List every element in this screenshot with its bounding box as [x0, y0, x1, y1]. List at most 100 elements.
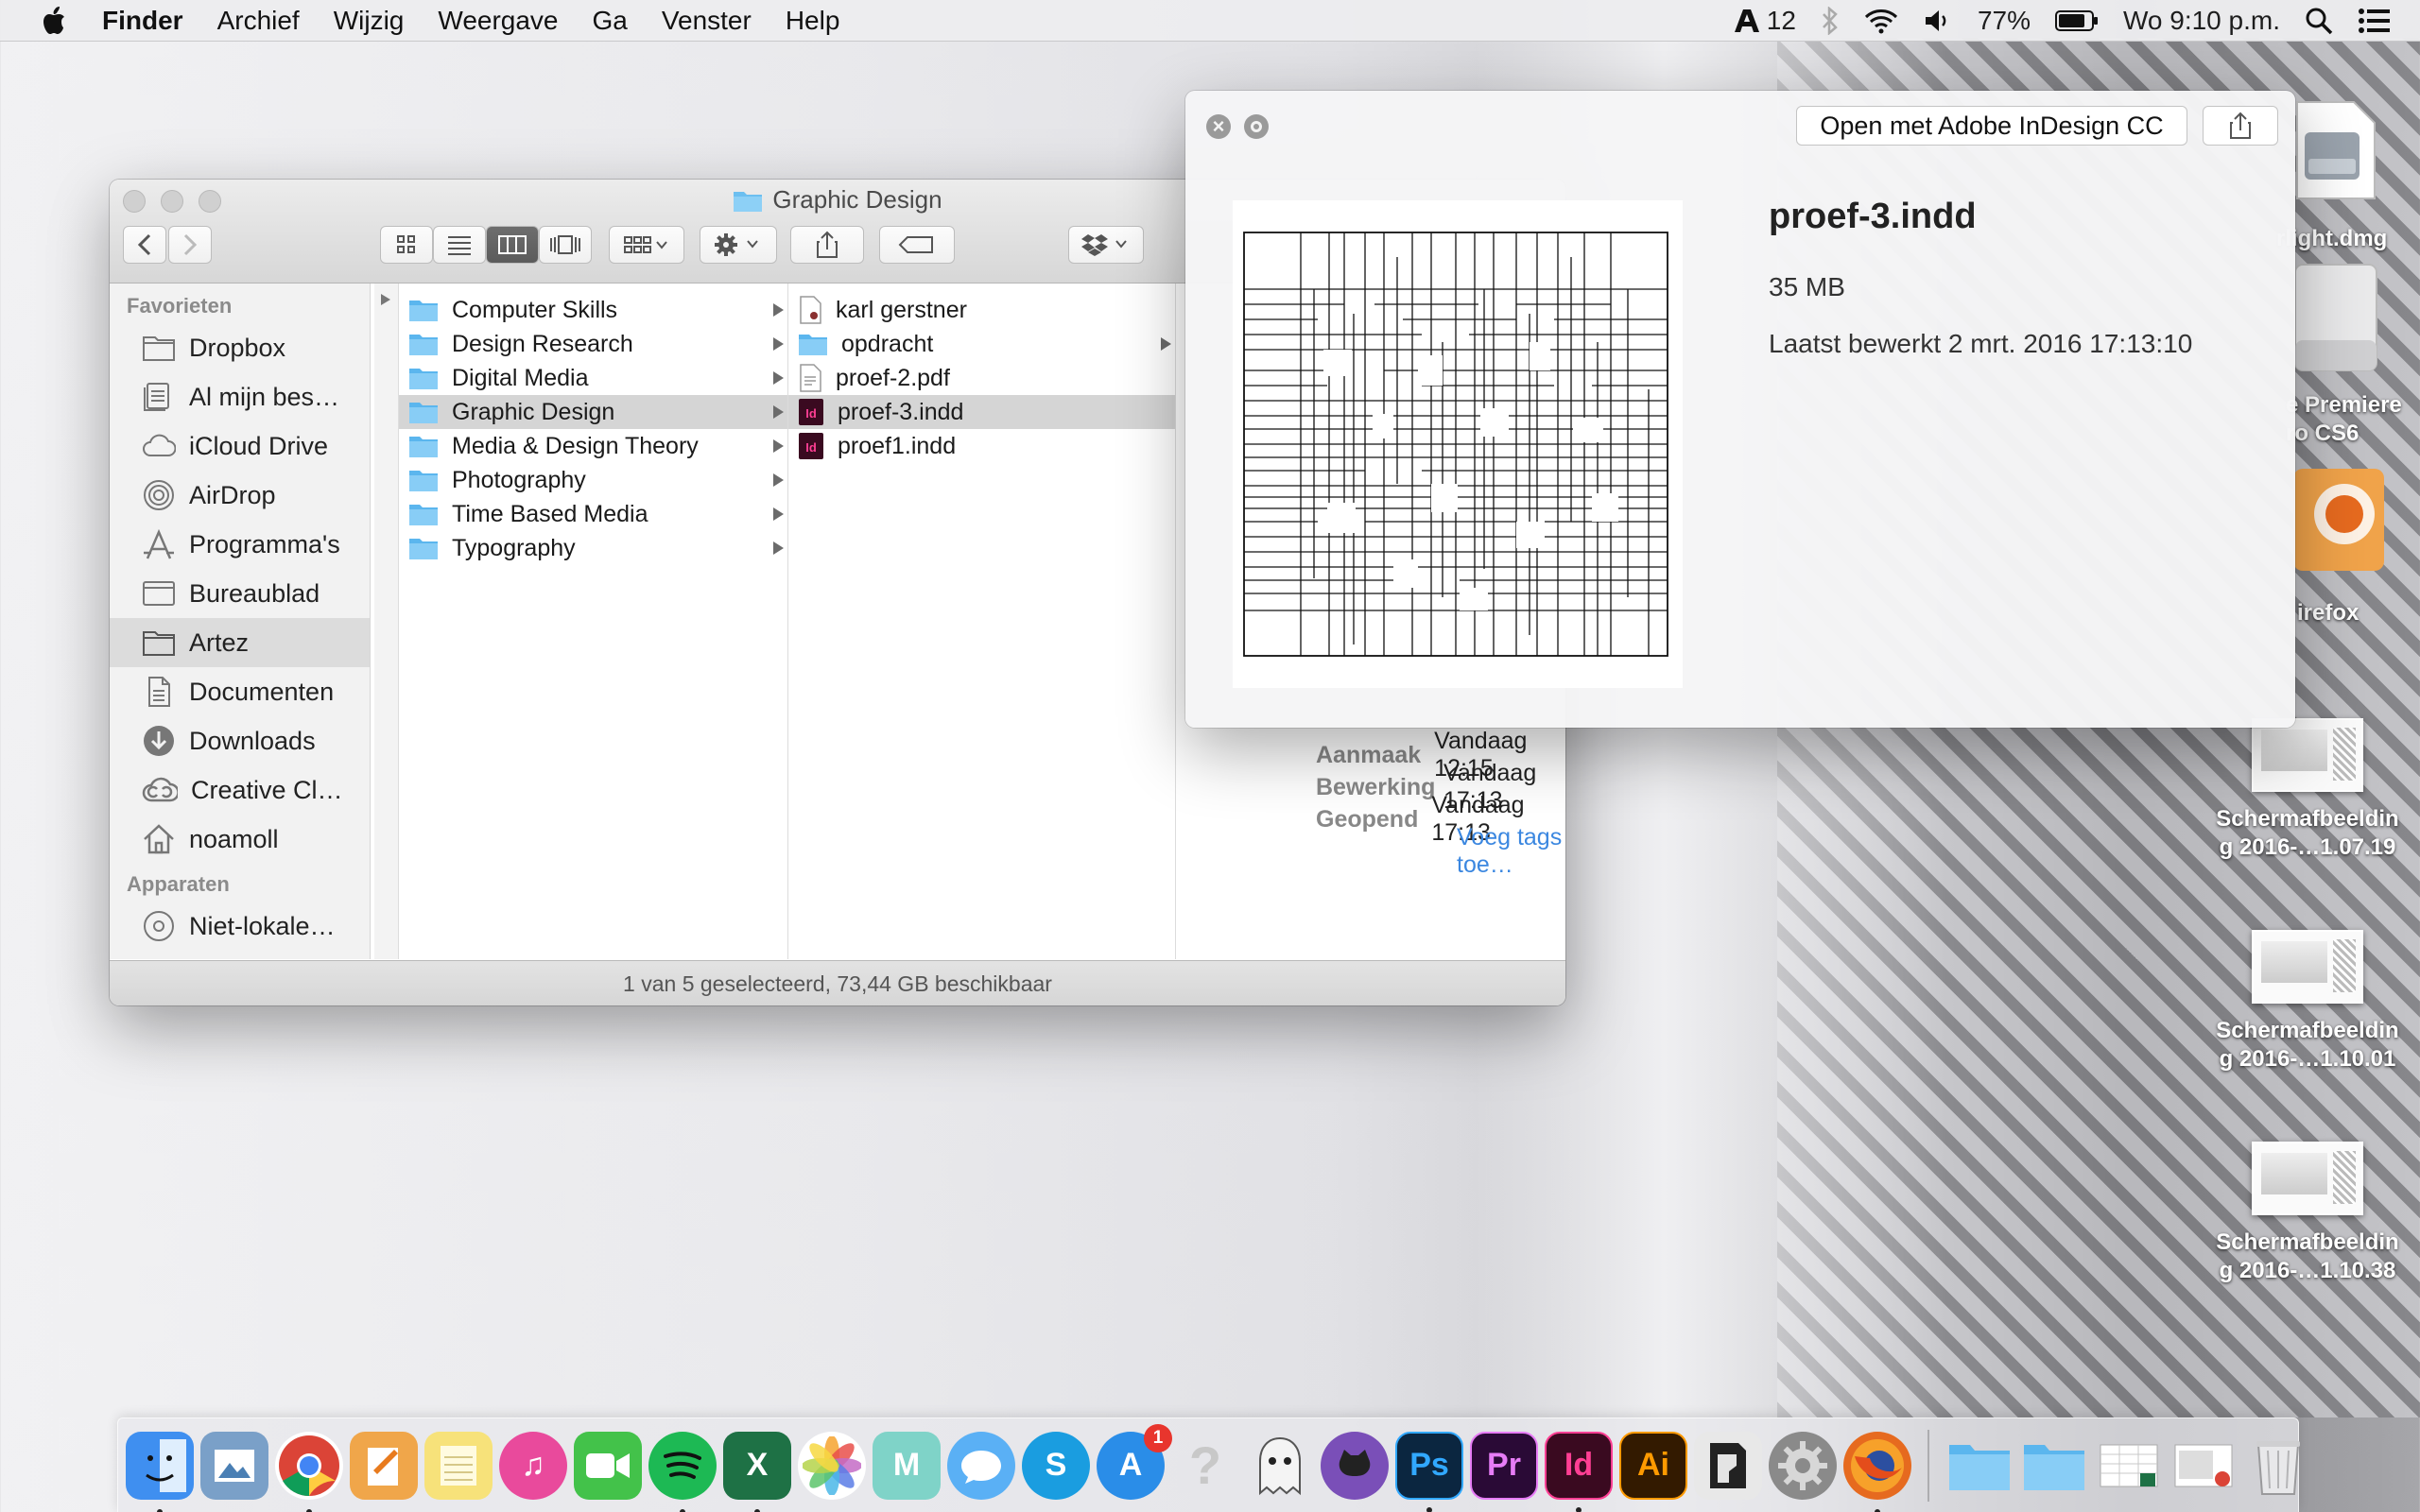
photos-icon[interactable]	[798, 1431, 866, 1500]
itunes-icon[interactable]: ♫	[499, 1431, 567, 1500]
notes-icon[interactable]	[424, 1431, 493, 1500]
documents-folder-icon[interactable]	[2020, 1432, 2088, 1500]
system-preferences-icon[interactable]	[1769, 1431, 1837, 1500]
menu-venster[interactable]: Venster	[645, 6, 769, 36]
arrange-button[interactable]	[609, 226, 684, 264]
list-item-selected[interactable]: Graphic Design	[399, 395, 787, 429]
list-item[interactable]: Id proef1.indd	[788, 429, 1175, 463]
battery-percent[interactable]: 77%	[1978, 6, 2031, 36]
list-item[interactable]: Time Based Media	[399, 497, 787, 531]
menu-finder[interactable]: Finder	[102, 6, 200, 36]
tags-button[interactable]	[879, 226, 955, 264]
sidebar-item-all-files[interactable]: Al mijn bes…	[110, 372, 370, 421]
excel-icon[interactable]: X	[723, 1431, 791, 1512]
cover-flow-button[interactable]	[539, 226, 592, 264]
sidebar-item-documents[interactable]: Documenten	[110, 667, 370, 716]
disk-image-icon[interactable]	[2288, 98, 2382, 202]
list-item[interactable]: opdracht	[788, 327, 1175, 361]
menu-ga[interactable]: Ga	[576, 6, 645, 36]
facetime-icon[interactable]	[574, 1431, 642, 1500]
desktop-label-cs6[interactable]: ro CS6	[2286, 420, 2420, 448]
illustrator-icon[interactable]: Ai	[1619, 1431, 1687, 1500]
messages-icon[interactable]	[947, 1431, 1015, 1500]
applications-folder-icon[interactable]	[1945, 1432, 2014, 1500]
share-button[interactable]	[790, 226, 864, 264]
dropbox-button[interactable]	[1068, 226, 1144, 264]
desktop-label-dmg[interactable]: rlight.dmg	[2276, 225, 2420, 253]
desktop-label-premiere[interactable]: e Premiere	[2286, 391, 2420, 420]
firefox-icon[interactable]	[1843, 1431, 1911, 1512]
sidebar-item-home[interactable]: noamoll	[110, 815, 370, 864]
github-icon[interactable]	[1321, 1431, 1389, 1500]
firefox-disk-icon[interactable]	[2288, 465, 2392, 578]
notification-center-icon[interactable]	[2358, 8, 2392, 34]
sidebar-item-desktop[interactable]: Bureaublad	[110, 569, 370, 618]
list-item[interactable]: Design Research	[399, 327, 787, 361]
add-tags-link[interactable]: Voeg tags toe…	[1457, 824, 1565, 879]
ghost-icon[interactable]	[1246, 1432, 1314, 1500]
spreadsheet-file-icon[interactable]	[2095, 1432, 2163, 1500]
icon-view-button[interactable]	[380, 226, 433, 264]
clock[interactable]: Wo 9:10 p.m.	[2123, 6, 2280, 36]
desktop-screenshot-1[interactable]: Schermafbeeldin g 2016-…1.07.19	[2208, 718, 2407, 862]
forward-button[interactable]	[168, 226, 212, 264]
pages-icon[interactable]	[350, 1431, 418, 1500]
app-store-icon[interactable]: A1	[1097, 1423, 1172, 1500]
spotlight-icon[interactable]	[2305, 7, 2333, 35]
list-item[interactable]: Typography	[399, 531, 787, 565]
apple-menu-icon[interactable]	[36, 2, 74, 40]
share-button[interactable]	[2203, 106, 2278, 146]
screenshot-file-icon[interactable]	[2169, 1432, 2238, 1500]
menu-weergave[interactable]: Weergave	[421, 6, 575, 36]
back-button[interactable]	[123, 226, 166, 264]
desktop-screenshot-2[interactable]: Schermafbeeldin g 2016-…1.10.01	[2208, 930, 2407, 1074]
indesign-icon[interactable]: Id	[1545, 1431, 1613, 1512]
sidebar-item-applications[interactable]: Programma's	[110, 520, 370, 569]
item-label: proef-3.indd	[838, 398, 964, 425]
sidebar-item-airdrop[interactable]: AirDrop	[110, 471, 370, 520]
list-item[interactable]: proef-2.pdf	[788, 361, 1175, 395]
drive-icon[interactable]	[2288, 255, 2382, 378]
list-item[interactable]: Computer Skills	[399, 293, 787, 327]
open-with-indesign-button[interactable]: Open met Adobe InDesign CC	[1796, 106, 2187, 146]
preview-icon[interactable]	[200, 1431, 268, 1500]
sidebar-item-remote-disc[interactable]: Niet-lokale…	[110, 902, 370, 951]
folder-icon	[409, 335, 438, 355]
sidebar-item-artez[interactable]: Artez	[110, 618, 370, 667]
action-button[interactable]	[700, 226, 777, 264]
list-item[interactable]: Media & Design Theory	[399, 429, 787, 463]
menu-help[interactable]: Help	[769, 6, 857, 36]
help-icon[interactable]: ?	[1171, 1432, 1239, 1500]
finder-icon[interactable]	[126, 1431, 194, 1512]
volume-icon[interactable]	[1923, 8, 1953, 34]
list-view-button[interactable]	[433, 226, 486, 264]
premiere-icon[interactable]: Pr	[1470, 1431, 1538, 1500]
battery-icon[interactable]	[2054, 9, 2099, 32]
desktop-label-firefox[interactable]: irefox	[2297, 599, 2420, 627]
spotify-icon[interactable]	[648, 1431, 717, 1512]
sidebar-item-icloud-drive[interactable]: iCloud Drive	[110, 421, 370, 471]
column-view-button[interactable]	[486, 226, 539, 264]
list-item[interactable]: karl gerstner	[788, 293, 1175, 327]
list-item-selected[interactable]: Id proef-3.indd	[788, 395, 1175, 429]
sidebar-item-dropbox[interactable]: Dropbox	[110, 323, 370, 372]
adobe-status[interactable]: 12	[1733, 6, 1796, 36]
menu-wijzig[interactable]: Wijzig	[317, 6, 422, 36]
skype-icon[interactable]: S	[1022, 1431, 1090, 1500]
sidebar-item-creative-cloud[interactable]: Creative Cl…	[110, 765, 370, 815]
list-item[interactable]: Photography	[399, 463, 787, 497]
close-icon[interactable]: ×	[1206, 114, 1231, 139]
trash-icon[interactable]	[2244, 1432, 2312, 1500]
fullscreen-icon[interactable]	[1244, 114, 1269, 139]
wifi-icon[interactable]	[1864, 8, 1898, 34]
list-item[interactable]: Digital Media	[399, 361, 787, 395]
books-icon[interactable]	[1694, 1431, 1762, 1500]
arrange-icon	[624, 236, 667, 253]
desktop-screenshot-3[interactable]: Schermafbeeldin g 2016-…1.10.38	[2208, 1142, 2407, 1285]
bluetooth-icon[interactable]	[1821, 7, 1840, 35]
photoshop-icon[interactable]: Ps	[1395, 1431, 1463, 1512]
mail-icon[interactable]: M	[873, 1431, 941, 1500]
sidebar-item-downloads[interactable]: Downloads	[110, 716, 370, 765]
chrome-icon[interactable]	[275, 1431, 343, 1512]
menu-archief[interactable]: Archief	[200, 6, 317, 36]
